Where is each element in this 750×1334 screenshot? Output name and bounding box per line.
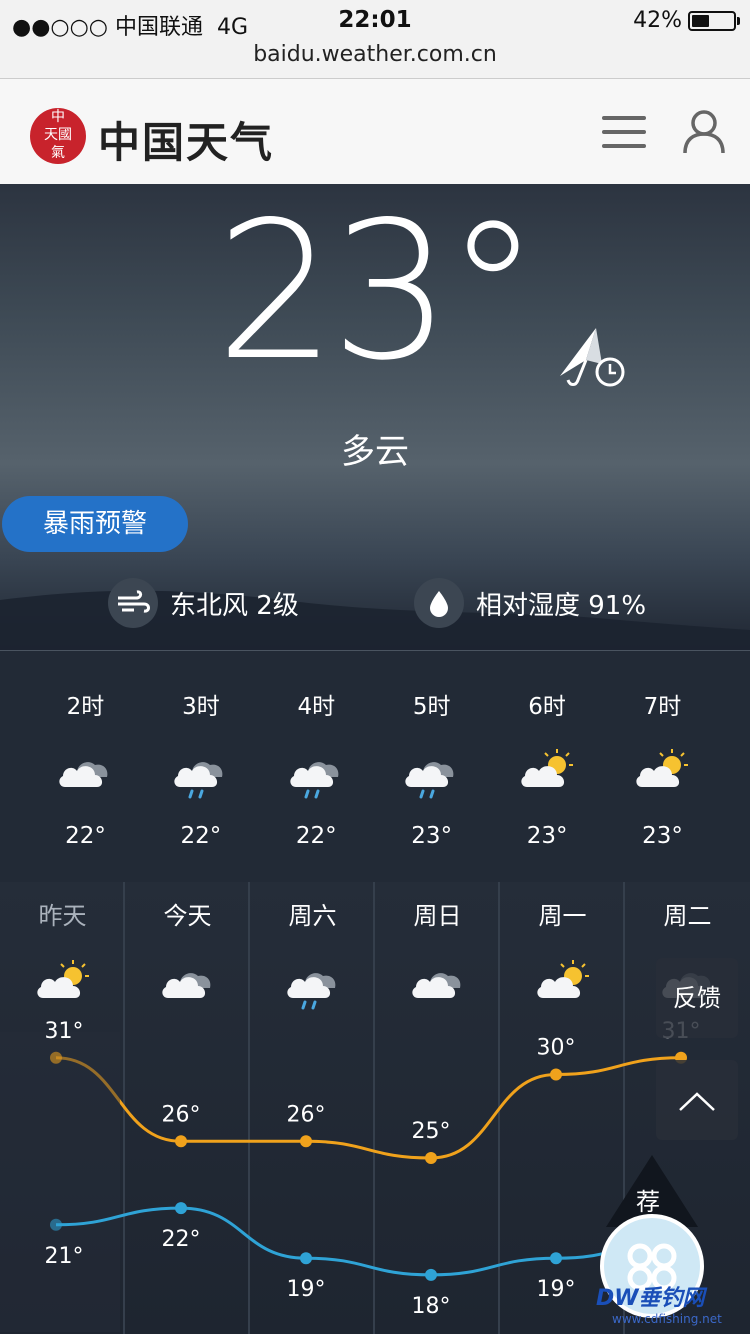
low-temp-point — [50, 1218, 62, 1231]
low-temp-label: 22° — [162, 1227, 201, 1252]
hour-temperature: 23° — [411, 823, 453, 849]
wind-text: 东北风 2级 — [170, 590, 299, 621]
address-bar[interactable]: baidu.weather.com.cn — [0, 42, 750, 79]
user-icon — [683, 110, 725, 154]
high-temp-point — [175, 1135, 187, 1148]
high-temp-point — [550, 1068, 562, 1081]
battery-icon — [688, 10, 740, 31]
low-temp-label: 21° — [45, 1244, 84, 1269]
site-title[interactable]: 中国天气 — [98, 109, 274, 170]
battery-indicator: 42% — [633, 8, 740, 33]
current-temperature: 23° — [215, 184, 541, 402]
rain-icon — [170, 743, 230, 799]
high-temp-label: 26° — [162, 1102, 201, 1127]
url-text: baidu.weather.com.cn — [253, 42, 497, 67]
hour-temperature: 22° — [295, 823, 337, 849]
feedback-button[interactable]: 反馈 — [656, 958, 738, 1038]
high-temp-label: 30° — [537, 1036, 576, 1061]
high-temp-point — [50, 1051, 62, 1064]
rainstorm-alert-button[interactable]: 暴雨预警 — [2, 496, 188, 552]
low-temp-point — [425, 1268, 437, 1281]
weather-condition: 多云 — [341, 432, 409, 472]
high-temp-label: 31° — [45, 1019, 84, 1044]
back-to-top-button[interactable] — [656, 1060, 738, 1140]
high-temp-point — [425, 1152, 437, 1164]
rain-icon — [401, 743, 461, 799]
humidity-info: 相对湿度 91% — [414, 578, 646, 628]
wind-info: 东北风 2级 — [108, 578, 299, 628]
high-temp-point — [300, 1135, 312, 1148]
battery-percent: 42% — [633, 8, 682, 33]
watermark-url: www.cdfishing.net — [612, 1312, 722, 1326]
site-header: 中 天國 氣 中国天气 — [0, 79, 750, 185]
high-temp-label: 25° — [412, 1119, 451, 1144]
hour-temperature: 22° — [180, 823, 222, 849]
low-temp-point — [300, 1252, 312, 1265]
hour-temperature: 23° — [642, 823, 683, 849]
menu-button[interactable] — [602, 116, 646, 152]
rain-icon — [286, 743, 346, 799]
partly-sunny-icon — [517, 743, 577, 797]
recommend-label[interactable]: 荐 — [636, 1182, 660, 1217]
user-button[interactable] — [682, 109, 726, 155]
hourly-forecast: 2时 22° 3时 22° 4时 22° 5时 23° 6时 23° 7时 23° — [0, 650, 750, 883]
wind-icon — [108, 578, 158, 628]
umbrella-clock-icon[interactable] — [556, 324, 628, 394]
watermark-brand: DW垂钓网 — [596, 1286, 705, 1311]
logo-seal-icon[interactable]: 中 天國 氣 — [30, 108, 86, 164]
high-temp-label: 26° — [287, 1102, 326, 1127]
low-temp-label: 19° — [287, 1277, 326, 1302]
low-temp-line — [55, 1206, 682, 1277]
hour-label: 2时 — [66, 694, 105, 720]
hour-temperature: 22° — [65, 823, 106, 849]
hour-label: 3时 — [182, 694, 220, 720]
hour-label: 4时 — [297, 694, 336, 720]
past-day-overlay — [0, 1032, 120, 1332]
chevron-up-icon — [679, 1092, 715, 1111]
hour-label: 6时 — [528, 694, 566, 720]
status-bar: ●●○○○ 中国联通 4G 22:01 42% — [0, 0, 750, 42]
low-temp-point — [175, 1202, 187, 1215]
partly-sunny-icon — [632, 743, 692, 797]
hour-label: 5时 — [412, 694, 451, 720]
low-temp-label: 18° — [412, 1294, 451, 1319]
water-drop-icon — [414, 578, 464, 628]
high-temp-line — [55, 1056, 682, 1160]
humidity-text: 相对湿度 91% — [476, 590, 647, 621]
hamburger-icon — [602, 116, 646, 120]
low-temp-label: 19° — [537, 1277, 576, 1302]
cloudy-icon — [55, 743, 115, 797]
hour-label: 7时 — [643, 694, 682, 720]
current-weather-panel: 23° 多云 暴雨预警 东北风 2级 相对湿度 91% — [0, 184, 750, 650]
hour-temperature: 23° — [526, 823, 568, 849]
low-temp-point — [550, 1252, 562, 1265]
